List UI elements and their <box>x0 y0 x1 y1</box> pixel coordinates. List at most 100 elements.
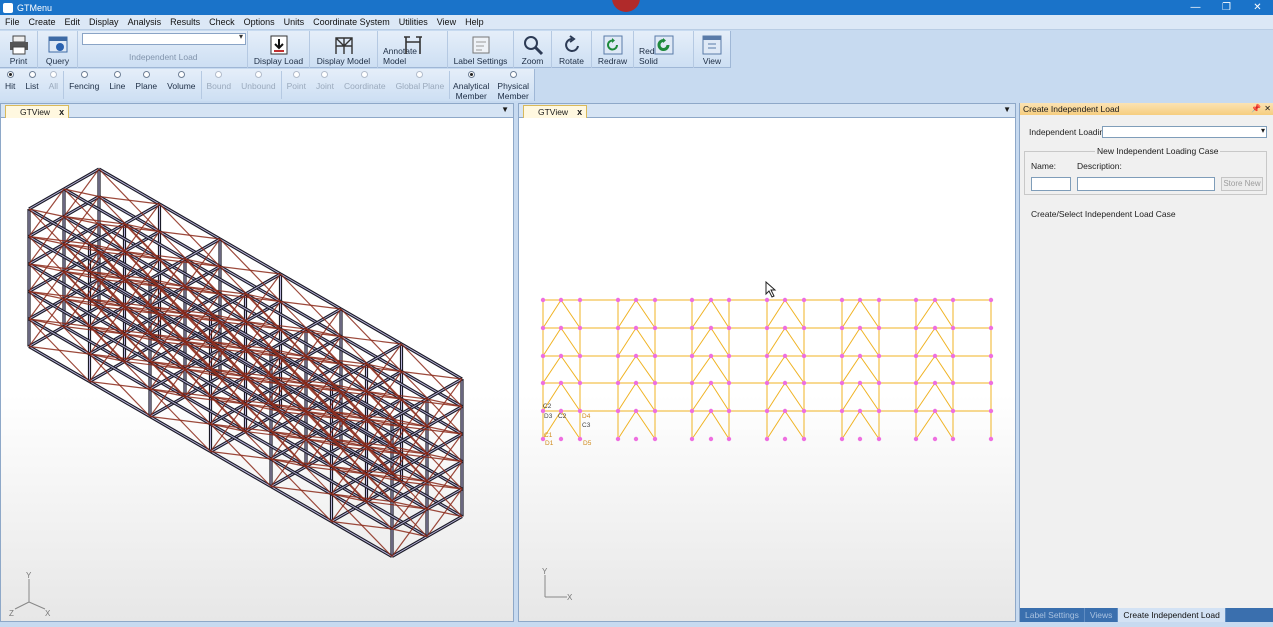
node <box>839 353 845 359</box>
menu-options[interactable]: Options <box>244 17 275 27</box>
select-point-radio[interactable]: Point <box>282 69 311 101</box>
node <box>839 408 845 414</box>
store-new-button[interactable]: Store New <box>1221 177 1263 191</box>
node <box>782 353 788 359</box>
label-settings-button[interactable]: Label Settings <box>448 31 514 68</box>
node <box>764 353 770 359</box>
node <box>708 436 714 442</box>
rotate-button[interactable]: Rotate <box>552 31 592 68</box>
view-button[interactable]: View <box>694 31 730 68</box>
chevron-brace <box>915 410 954 440</box>
chevron-down-icon[interactable]: ▼ <box>1003 105 1011 114</box>
title-bar: GTMenu — ❐ ✕ <box>0 0 1273 15</box>
right-view-tabbar: GTView x ▼ <box>519 104 1015 118</box>
elevation-viewport[interactable]: C2 D3 C2 D4 C3 C1 D1 D5 Y X <box>519 119 1015 621</box>
node <box>913 325 919 331</box>
chevron-brace <box>617 410 656 440</box>
menu-view[interactable]: View <box>437 17 456 27</box>
select-hit-radio[interactable]: Hit <box>0 69 20 101</box>
chevron-down-icon[interactable]: ▼ <box>501 105 509 114</box>
chevron-brace <box>841 299 880 329</box>
menu-units[interactable]: Units <box>284 17 305 27</box>
annotate-frame-icon <box>403 36 422 54</box>
select-bound-radio[interactable]: Bound <box>202 69 237 101</box>
iso-member-highlight <box>219 238 281 275</box>
menu-create[interactable]: Create <box>29 17 56 27</box>
node <box>615 380 621 386</box>
menu-edit[interactable]: Edit <box>65 17 81 27</box>
print-button[interactable]: Print <box>0 31 38 68</box>
menu-analysis[interactable]: Analysis <box>128 17 162 27</box>
independent-loading-select[interactable]: ▾ <box>1102 126 1267 138</box>
right-view-panel: GTView x ▼ C2 D3 C2 D4 C3 C1 D1 D5 Y X <box>518 103 1016 622</box>
menu-display[interactable]: Display <box>89 17 119 27</box>
axis-y-label: Y <box>542 567 548 576</box>
description-input[interactable] <box>1077 177 1215 191</box>
node <box>558 325 564 331</box>
elevation-frame-model: C2 D3 C2 D4 C3 C1D1 D5 <box>540 297 994 447</box>
display-load-button[interactable]: Display Load <box>248 31 310 68</box>
redraw-button[interactable]: Redraw <box>592 31 634 68</box>
node <box>950 408 956 414</box>
select-analytical-member-radio[interactable]: Analytical Member <box>450 69 492 101</box>
close-icon[interactable]: x <box>577 107 582 117</box>
close-icon[interactable]: x <box>59 107 64 117</box>
select-list-radio[interactable]: List <box>20 69 43 101</box>
select-physical-member-radio[interactable]: Physical Member <box>492 69 534 101</box>
node <box>652 325 658 331</box>
annotate-model-button[interactable]: Annotate Model <box>378 31 448 68</box>
node <box>857 325 863 331</box>
tab-views[interactable]: Views <box>1085 608 1119 622</box>
chevron-down-icon: ▾ <box>1260 126 1265 135</box>
node <box>950 297 956 303</box>
query-button[interactable]: Query <box>38 31 78 68</box>
minimize-button[interactable]: — <box>1180 0 1211 15</box>
node <box>988 436 994 442</box>
node <box>689 353 695 359</box>
display-model-button[interactable]: Display Model <box>310 31 378 68</box>
node <box>988 408 994 414</box>
chevron-brace <box>915 382 954 412</box>
tab-label-settings[interactable]: Label Settings <box>1020 608 1085 622</box>
independent-load-label: Independent Load <box>129 52 198 62</box>
node <box>988 325 994 331</box>
name-input[interactable] <box>1031 177 1071 191</box>
select-joint-radio[interactable]: Joint <box>311 69 339 101</box>
select-line-radio[interactable]: Line <box>104 69 130 101</box>
iso-model-viewport[interactable]: Y Z X <box>1 119 513 621</box>
menu-coordinate-system[interactable]: Coordinate System <box>313 17 390 27</box>
selection-mode-toolbar: Hit List All Fencing Line Plane Volume B… <box>0 69 536 101</box>
independent-load-combo[interactable]: ▾ <box>82 32 246 45</box>
view-window-icon <box>702 35 722 55</box>
menu-results[interactable]: Results <box>170 17 200 27</box>
redraw-solid-button[interactable]: Redraw Solid <box>634 31 694 68</box>
iso-member-highlight <box>28 346 90 382</box>
node <box>615 436 621 442</box>
select-plane-radio[interactable]: Plane <box>130 69 162 101</box>
menu-check[interactable]: Check <box>209 17 235 27</box>
tab-create-independent-load[interactable]: Create Independent Load <box>1118 608 1226 622</box>
tab-gtview-right[interactable]: GTView x <box>523 105 588 118</box>
mouse-cursor-icon <box>765 281 777 298</box>
close-button[interactable]: ✕ <box>1242 0 1273 15</box>
node <box>913 436 919 442</box>
pin-icon[interactable]: 📌 <box>1251 103 1261 115</box>
close-icon[interactable]: ✕ <box>1264 103 1271 115</box>
chevron-brace <box>617 299 656 329</box>
chevron-brace <box>915 355 954 384</box>
select-fencing-radio[interactable]: Fencing <box>64 69 104 101</box>
tab-gtview-left[interactable]: GTView x <box>5 105 70 118</box>
zoom-button[interactable]: Zoom <box>514 31 552 68</box>
select-unbound-radio[interactable]: Unbound <box>236 69 281 101</box>
select-coordinate-radio[interactable]: Coordinate <box>339 69 391 101</box>
select-global-plane-radio[interactable]: Global Plane <box>391 69 450 101</box>
menu-file[interactable]: File <box>5 17 20 27</box>
menu-utilities[interactable]: Utilities <box>399 17 428 27</box>
node <box>876 353 882 359</box>
maximize-button[interactable]: ❐ <box>1211 0 1242 15</box>
select-volume-radio[interactable]: Volume <box>162 69 200 101</box>
select-all-radio[interactable]: All <box>44 69 63 101</box>
node <box>950 436 956 442</box>
node <box>913 380 919 386</box>
menu-help[interactable]: Help <box>465 17 484 27</box>
